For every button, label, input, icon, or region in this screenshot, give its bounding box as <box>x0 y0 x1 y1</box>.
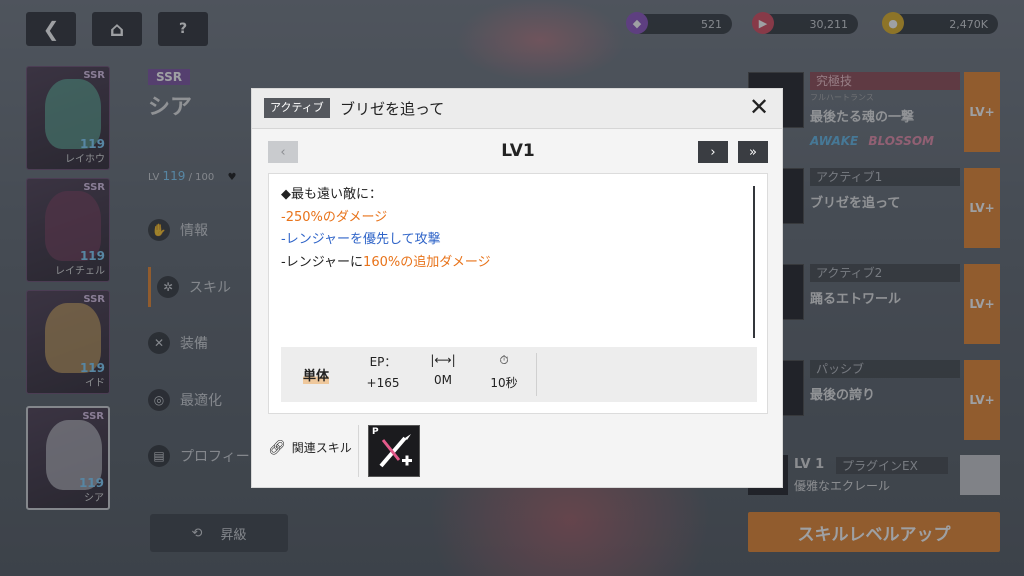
description-line: -レンジャーを優先して攻撃 <box>281 232 441 247</box>
chevron-right-icon: › <box>710 144 716 160</box>
range-stat: |⟷| 0M <box>425 353 461 387</box>
stopwatch-icon: ⏱ <box>499 353 509 367</box>
skill-description-panel: ◆最も遠い敵に： -250%のダメージ -レンジャーを優先して攻撃 -レンジャー… <box>268 173 768 414</box>
close-button[interactable]: ✕ <box>746 95 772 121</box>
dialog-header: アクティブ ブリゼを追って ✕ <box>252 89 782 129</box>
max-level-button[interactable]: » <box>738 141 768 163</box>
related-skill-button[interactable]: P <box>368 425 420 477</box>
related-skills-label: 🔗︎ 関連スキル <box>268 439 352 456</box>
chevron-left-icon: ‹ <box>280 144 286 160</box>
description-line: ◆最も遠い敵に： <box>281 187 382 202</box>
skill-description: ◆最も遠い敵に： -250%のダメージ -レンジャーを優先して攻撃 -レンジャー… <box>281 184 741 274</box>
skill-level: LV1 <box>501 141 535 161</box>
target-type: 単体 <box>303 365 330 384</box>
range-arrows-icon: |⟷| <box>430 353 456 367</box>
description-scrollbar[interactable] <box>753 186 755 338</box>
prev-level-button[interactable]: ‹ <box>268 141 298 163</box>
level-navigator: LV1 ‹ › » <box>268 141 768 163</box>
dialog-title: ブリゼを追って <box>340 100 445 118</box>
skill-detail-dialog: アクティブ ブリゼを追って ✕ LV1 ‹ › » ◆最も遠い敵に： -250%… <box>251 88 783 488</box>
skill-type-badge: アクティブ <box>264 98 330 118</box>
link-icon: 🔗︎ <box>268 439 286 456</box>
close-icon: ✕ <box>748 93 770 121</box>
next-level-button[interactable]: › <box>698 141 728 163</box>
skill-stats-bar: 単体 EP： +165 |⟷| 0M ⏱ 10秒 <box>281 347 757 402</box>
double-chevron-right-icon: » <box>749 144 757 160</box>
description-line: -250%のダメージ <box>281 209 388 225</box>
description-line: -レンジャーに160%の追加ダメージ <box>281 254 491 270</box>
divider <box>536 353 537 396</box>
cooldown-stat: ⏱ 10秒 <box>484 353 524 391</box>
ep-stat: EP： +165 <box>366 355 400 390</box>
divider <box>358 425 359 477</box>
